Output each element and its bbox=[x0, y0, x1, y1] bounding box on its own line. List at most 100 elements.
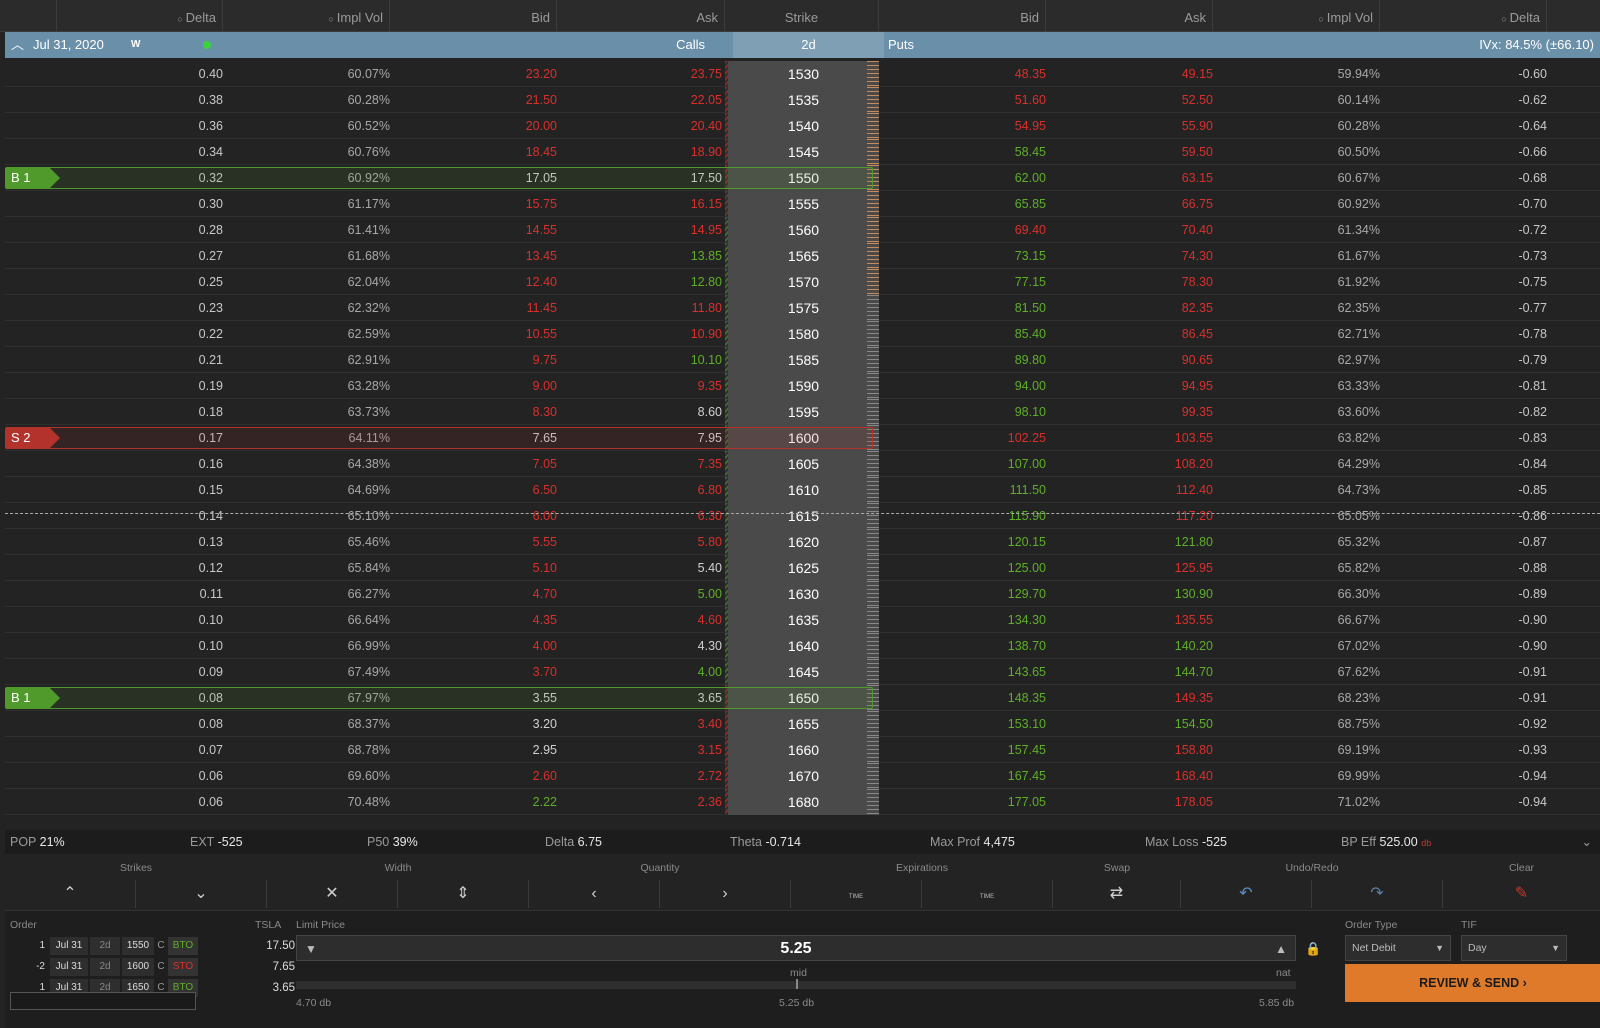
call-bid[interactable]: 4.35 bbox=[397, 607, 557, 633]
strike-price[interactable]: 1640 bbox=[728, 633, 879, 659]
put-ask[interactable]: 70.40 bbox=[1053, 217, 1213, 243]
call-ask[interactable]: 10.90 bbox=[562, 321, 722, 347]
put-bid[interactable]: 73.15 bbox=[886, 243, 1046, 269]
call-iv[interactable]: 66.27% bbox=[230, 581, 390, 607]
call-delta[interactable]: 0.15 bbox=[63, 477, 223, 503]
put-delta[interactable]: -0.94 bbox=[1387, 789, 1548, 815]
call-iv[interactable]: 68.78% bbox=[230, 737, 390, 763]
put-bid[interactable]: 148.35 bbox=[886, 685, 1046, 711]
strike-price[interactable]: 1530 bbox=[728, 61, 879, 87]
call-bid[interactable]: 2.22 bbox=[397, 789, 557, 815]
option-row[interactable]: 0.34 60.76% 18.45 18.90 58.45 59.50 60.50% -0.6… bbox=[5, 139, 1600, 165]
put-ask[interactable]: 125.95 bbox=[1053, 555, 1213, 581]
header-put-ask[interactable]: Ask bbox=[1046, 0, 1213, 32]
put-iv[interactable]: 69.19% bbox=[1220, 737, 1380, 763]
put-ask[interactable]: 158.80 bbox=[1053, 737, 1213, 763]
strike-price[interactable]: 1555 bbox=[728, 191, 879, 217]
put-ask[interactable]: 59.50 bbox=[1053, 139, 1213, 165]
quantity-increase-button[interactable]: › bbox=[660, 880, 791, 908]
put-delta[interactable]: -0.90 bbox=[1387, 633, 1548, 659]
call-iv[interactable]: 60.76% bbox=[230, 139, 390, 165]
call-bid[interactable]: 4.70 bbox=[397, 581, 557, 607]
call-delta[interactable]: 0.06 bbox=[63, 763, 223, 789]
call-delta[interactable]: 0.36 bbox=[63, 113, 223, 139]
put-ask[interactable]: 49.15 bbox=[1053, 61, 1213, 87]
call-bid[interactable]: 14.55 bbox=[397, 217, 557, 243]
call-ask[interactable]: 4.00 bbox=[562, 659, 722, 685]
put-ask[interactable]: 78.30 bbox=[1053, 269, 1213, 295]
put-iv[interactable]: 64.29% bbox=[1220, 451, 1380, 477]
strike-price[interactable]: 1645 bbox=[728, 659, 879, 685]
call-bid[interactable]: 11.45 bbox=[397, 295, 557, 321]
put-bid[interactable]: 62.00 bbox=[886, 165, 1046, 191]
put-delta[interactable]: -0.93 bbox=[1387, 737, 1548, 763]
call-ask[interactable]: 23.75 bbox=[562, 61, 722, 87]
leg-strike[interactable]: 1550 bbox=[122, 937, 154, 955]
call-iv[interactable]: 66.99% bbox=[230, 633, 390, 659]
call-delta[interactable]: 0.11 bbox=[63, 581, 223, 607]
call-ask[interactable]: 9.35 bbox=[562, 373, 722, 399]
put-delta[interactable]: -0.92 bbox=[1387, 711, 1548, 737]
put-ask[interactable]: 121.80 bbox=[1053, 529, 1213, 555]
call-bid[interactable]: 9.00 bbox=[397, 373, 557, 399]
put-bid[interactable]: 102.25 bbox=[886, 425, 1046, 451]
put-iv[interactable]: 60.28% bbox=[1220, 113, 1380, 139]
header-call-bid[interactable]: Bid bbox=[390, 0, 557, 32]
option-row[interactable]: 0.08 68.37% 3.20 3.40 153.10 154.50 68.75% -0.9… bbox=[5, 711, 1600, 737]
option-row[interactable]: 0.16 64.38% 7.05 7.35 107.00 108.20 64.29% -0.8… bbox=[5, 451, 1600, 477]
put-bid[interactable]: 48.35 bbox=[886, 61, 1046, 87]
call-delta[interactable]: 0.14 bbox=[63, 503, 223, 529]
put-ask[interactable]: 112.40 bbox=[1053, 477, 1213, 503]
header-call-delta[interactable]: ○ Delta bbox=[57, 0, 223, 32]
call-bid[interactable]: 2.60 bbox=[397, 763, 557, 789]
option-row[interactable]: 0.13 65.46% 5.55 5.80 120.15 121.80 65.32% -0.8… bbox=[5, 529, 1600, 555]
order-type-select[interactable]: Net Debit ▼ bbox=[1345, 935, 1451, 961]
put-delta[interactable]: -0.87 bbox=[1387, 529, 1548, 555]
put-delta[interactable]: -0.82 bbox=[1387, 399, 1548, 425]
expiration-row[interactable]: ︿ Jul 31, 2020 W Calls 2d Puts IVx: 84.5… bbox=[5, 32, 1600, 58]
call-iv[interactable]: 63.28% bbox=[230, 373, 390, 399]
call-delta[interactable]: 0.22 bbox=[63, 321, 223, 347]
put-bid[interactable]: 125.00 bbox=[886, 555, 1046, 581]
call-delta[interactable]: 0.28 bbox=[63, 217, 223, 243]
option-row[interactable]: 0.40 60.07% 23.20 23.75 48.35 49.15 59.94% -0.6… bbox=[5, 61, 1600, 87]
header-put-delta[interactable]: ○ Delta bbox=[1380, 0, 1547, 32]
put-bid[interactable]: 157.45 bbox=[886, 737, 1046, 763]
call-bid[interactable]: 7.05 bbox=[397, 451, 557, 477]
option-row[interactable]: 0.08 67.97% 3.55 3.65 148.35 149.35 68.23% -0.9… bbox=[5, 685, 1600, 711]
put-delta[interactable]: -0.64 bbox=[1387, 113, 1548, 139]
put-delta[interactable]: -0.83 bbox=[1387, 425, 1548, 451]
put-iv[interactable]: 68.23% bbox=[1220, 685, 1380, 711]
put-ask[interactable]: 94.95 bbox=[1053, 373, 1213, 399]
put-iv[interactable]: 60.67% bbox=[1220, 165, 1380, 191]
option-row[interactable]: 0.28 61.41% 14.55 14.95 69.40 70.40 61.34% -0.7… bbox=[5, 217, 1600, 243]
put-bid[interactable]: 177.05 bbox=[886, 789, 1046, 815]
call-ask[interactable]: 3.40 bbox=[562, 711, 722, 737]
call-bid[interactable]: 15.75 bbox=[397, 191, 557, 217]
option-row[interactable]: 0.14 65.10% 6.00 6.30 115.90 117.20 65.05% -0.8… bbox=[5, 503, 1600, 529]
put-bid[interactable]: 111.50 bbox=[886, 477, 1046, 503]
strike-price[interactable]: 1580 bbox=[728, 321, 879, 347]
option-row[interactable]: 0.10 66.99% 4.00 4.30 138.70 140.20 67.02% -0.9… bbox=[5, 633, 1600, 659]
undo-button[interactable]: ↶ bbox=[1181, 880, 1312, 908]
put-iv[interactable]: 63.33% bbox=[1220, 373, 1380, 399]
put-iv[interactable]: 67.02% bbox=[1220, 633, 1380, 659]
call-bid[interactable]: 4.00 bbox=[397, 633, 557, 659]
leg-action[interactable]: BTO bbox=[168, 937, 198, 955]
put-ask[interactable]: 90.65 bbox=[1053, 347, 1213, 373]
call-bid[interactable]: 12.40 bbox=[397, 269, 557, 295]
header-put-bid[interactable]: Bid bbox=[879, 0, 1046, 32]
strike-price[interactable]: 1610 bbox=[728, 477, 879, 503]
price-down-icon[interactable]: ▼ bbox=[305, 936, 317, 962]
put-iv[interactable]: 59.94% bbox=[1220, 61, 1380, 87]
call-bid[interactable]: 6.00 bbox=[397, 503, 557, 529]
call-iv[interactable]: 60.07% bbox=[230, 61, 390, 87]
call-ask[interactable]: 16.15 bbox=[562, 191, 722, 217]
put-delta[interactable]: -0.66 bbox=[1387, 139, 1548, 165]
put-delta[interactable]: -0.68 bbox=[1387, 165, 1548, 191]
leg-dte[interactable]: 2d bbox=[90, 937, 120, 955]
expiration-earlier-button[interactable]: TIME bbox=[791, 880, 922, 908]
call-iv[interactable]: 70.48% bbox=[230, 789, 390, 815]
put-bid[interactable]: 98.10 bbox=[886, 399, 1046, 425]
put-ask[interactable]: 168.40 bbox=[1053, 763, 1213, 789]
